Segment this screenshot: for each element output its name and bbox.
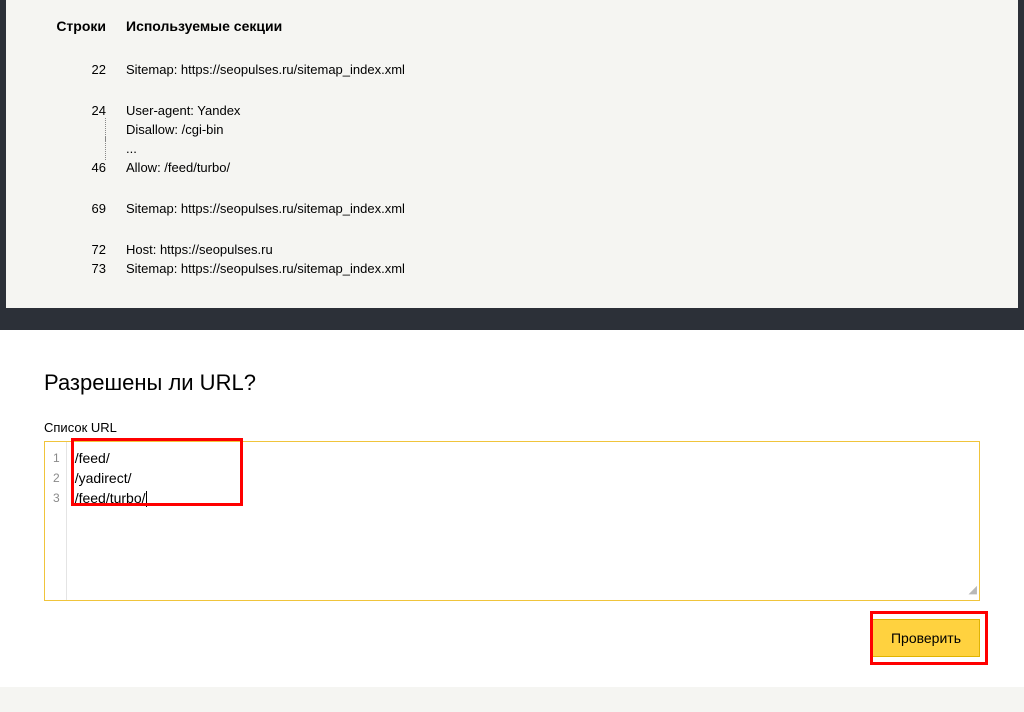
robots-sections-panel: Строки Используемые секции 22 Sitemap: http… [0,0,1024,308]
robots-line-text: Disallow: /cgi-bin [126,120,1018,139]
editor-body[interactable]: /feed//yadirect//feed/turbo/ [67,442,979,600]
divider-bar [0,308,1024,330]
robots-line-text: Sitemap: https://seopulses.ru/sitemap_in… [126,199,1018,218]
url-check-heading: Разрешены ли URL? [44,370,980,396]
robots-line-number [6,120,106,139]
robots-line-text: Host: https://seopulses.ru [126,240,1018,259]
gutter-line-number: 2 [53,468,60,488]
url-list-label: Список URL [44,420,980,435]
check-button[interactable]: Проверить [872,619,980,657]
robots-line-number [6,139,106,158]
robots-line-number: 24 [6,101,106,120]
editor-gutter: 123 [45,442,67,600]
robots-line-number: 22 [6,60,106,79]
url-check-panel: Разрешены ли URL? Список URL 123 /feed//… [0,330,1024,687]
robots-line-number: 72 [6,240,106,259]
editor-line[interactable]: /feed/turbo/ [75,488,971,508]
editor-line[interactable]: /feed/ [75,448,971,468]
text-cursor [146,491,147,507]
robots-line-text: Sitemap: https://seopulses.ru/sitemap_in… [126,60,1018,79]
robots-line-text: Sitemap: https://seopulses.ru/sitemap_in… [126,259,1018,278]
robots-line-number: 73 [6,259,106,278]
url-list-editor[interactable]: 123 /feed//yadirect//feed/turbo/ ◢ [44,441,980,601]
gutter-line-number: 1 [53,448,60,468]
robots-line-text: ... [126,139,1018,158]
editor-line[interactable]: /yadirect/ [75,468,971,488]
header-sections: Используемые секции [126,18,1018,60]
header-lines: Строки [6,18,106,60]
robots-line-number: 46 [6,158,106,177]
gutter-line-number: 3 [53,488,60,508]
robots-line-text: Allow: /feed/turbo/ [126,158,1018,177]
robots-line-text: User-agent: Yandex [126,101,1018,120]
robots-line-number: 69 [6,199,106,218]
